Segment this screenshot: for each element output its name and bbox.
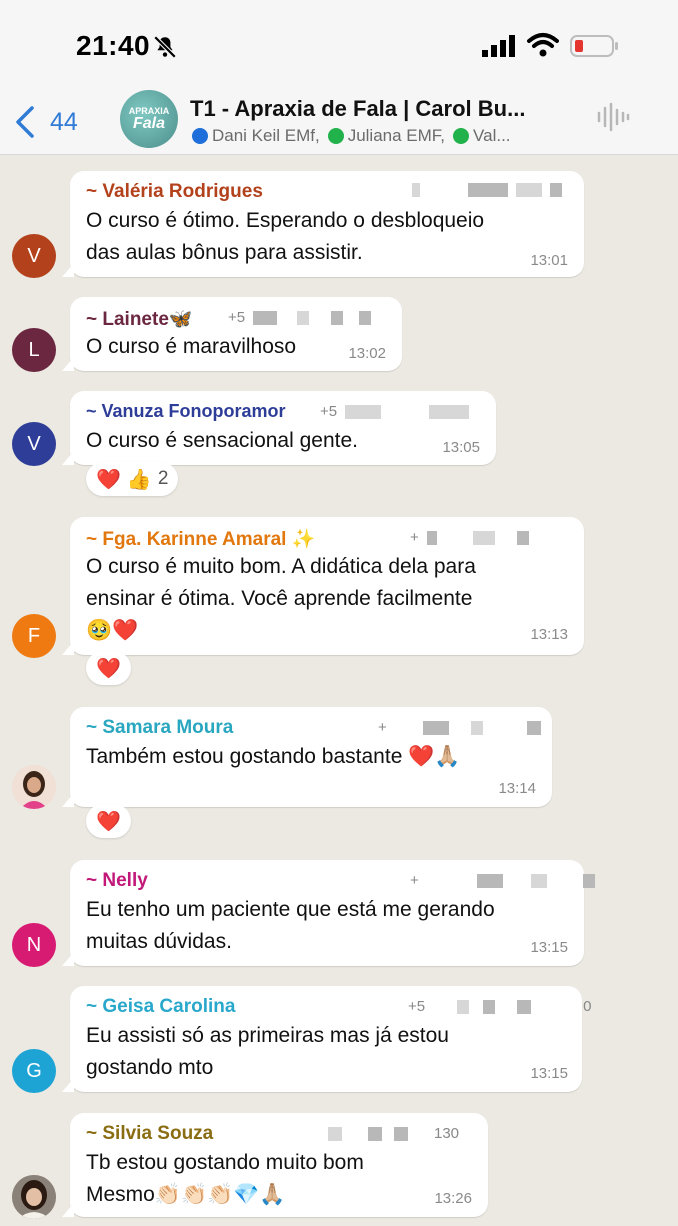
battery-low-icon <box>570 35 618 57</box>
message-reactions[interactable]: ❤️ <box>86 651 131 685</box>
message-bubble[interactable]: ~ Samara Moura + Também estou gostando b… <box>62 707 552 807</box>
group-avatar[interactable]: APRAXIA Fala <box>120 90 178 148</box>
sender-name[interactable]: ~ Nelly <box>86 870 148 892</box>
status-bar: 21:40 <box>0 0 678 90</box>
phone-number: + <box>410 872 595 889</box>
sender-name[interactable]: ~ Geisa Carolina <box>86 996 235 1018</box>
wifi-icon <box>527 33 559 57</box>
avatar[interactable]: L <box>12 328 56 372</box>
message-reactions[interactable]: ❤️ <box>86 804 131 838</box>
message-bubble[interactable]: ~ Silvia Souza 130 Tb estou gostando mui… <box>62 1113 488 1217</box>
chat-area[interactable]: V ~ Valéria Rodrigues O curso é ótimo. E… <box>0 155 678 1226</box>
phone-number: + <box>378 719 541 736</box>
message-time: 13:26 <box>434 1190 472 1207</box>
message-text: Eu tenho um paciente que está me gerando… <box>86 898 495 953</box>
phone-number: + <box>410 529 529 546</box>
message-bubble[interactable]: ~ Valéria Rodrigues O curso é ótimo. Esp… <box>62 171 584 277</box>
message-time: 13:13 <box>530 626 568 643</box>
message-text: O curso é maravilhoso <box>86 335 297 358</box>
avatar[interactable]: G <box>12 1049 56 1093</box>
chat-header: 44 APRAXIA Fala T1 - Apraxia de Fala | C… <box>0 90 678 155</box>
phone-number: +5 <box>320 403 470 420</box>
green-circle-icon <box>453 128 470 144</box>
blue-circle-icon <box>192 128 208 144</box>
heart-reaction-icon: ❤️ <box>96 810 121 833</box>
sender-name[interactable]: ~ Samara Moura <box>86 717 233 739</box>
sender-name[interactable]: ~ Vanuza Fonoporamor <box>86 401 286 422</box>
message-text: O curso é ótimo. Esperando o desbloqueio… <box>86 209 485 264</box>
reaction-count: 2 <box>157 468 169 489</box>
back-button[interactable]: 44 <box>14 100 78 144</box>
message-text: Eu assisti só as primeiras mas já estou g… <box>86 1024 449 1079</box>
heart-reaction-icon: ❤️ <box>96 468 121 491</box>
sender-name[interactable]: ~ Lainete🦋 <box>86 307 193 331</box>
phone-number <box>412 183 562 197</box>
message-bubble[interactable]: ~ Lainete🦋 +5 O curso é maravilhoso 13:0… <box>62 297 402 371</box>
clock: 21:40 <box>76 30 151 61</box>
avatar[interactable]: F <box>12 614 56 658</box>
message-reactions[interactable]: ❤️ 👍 2 <box>86 462 179 496</box>
audio-waveform-icon[interactable] <box>596 102 630 132</box>
message-text: O curso é muito bom. A didática dela par… <box>86 555 476 642</box>
message-time: 13:15 <box>530 1065 568 1082</box>
message-bubble[interactable]: ~ Nelly + Eu tenho um paciente que está … <box>62 860 595 966</box>
phone-number: +5 0 <box>408 998 592 1015</box>
message-time: 13:05 <box>442 439 480 456</box>
message-time: 13:01 <box>530 252 568 269</box>
phone-number: 130 <box>328 1125 459 1142</box>
group-title[interactable]: T1 - Apraxia de Fala | Carol Bu... <box>190 96 525 122</box>
sender-name[interactable]: ~ Silvia Souza <box>86 1123 213 1145</box>
message-text: Também estou gostando bastante ❤️🙏🏼 <box>86 745 461 768</box>
profile-photo <box>12 1175 56 1219</box>
thumbs-up-reaction-icon: 👍 <box>126 468 152 491</box>
sender-name[interactable]: ~ Fga. Karinne Amaral ✨ <box>86 527 315 551</box>
avatar[interactable] <box>12 1175 56 1219</box>
message-text: O curso é sensacional gente. <box>86 429 358 452</box>
message-text: Tb estou gostando muito bom Mesmo👏🏻👏🏻👏🏻💎🙏… <box>86 1151 364 1206</box>
green-circle-icon <box>327 128 344 144</box>
unread-count: 44 <box>50 107 78 136</box>
avatar[interactable] <box>12 765 56 809</box>
chevron-left-icon <box>16 106 34 138</box>
message-time: 13:15 <box>530 939 568 956</box>
avatar[interactable]: N <box>12 923 56 967</box>
phone-number: +5 <box>228 309 372 326</box>
avatar[interactable]: V <box>12 234 56 278</box>
message-bubble[interactable]: ~ Geisa Carolina +5 0 Eu assisti só as pr… <box>62 986 591 1092</box>
cellular-signal-icon <box>482 35 515 57</box>
heart-reaction-icon: ❤️ <box>96 657 121 680</box>
avatar[interactable]: V <box>12 422 56 466</box>
message-time: 13:02 <box>348 345 386 362</box>
sender-name[interactable]: ~ Valéria Rodrigues <box>86 181 263 203</box>
message-bubble[interactable]: ~ Vanuza Fonoporamor +5 O curso é sensac… <box>62 391 496 465</box>
profile-photo <box>12 765 56 809</box>
message-bubble[interactable]: ~ Fga. Karinne Amaral ✨ + O curso é muit… <box>62 517 584 655</box>
group-members[interactable]: Dani Keil EMf, Juliana EMF, Val... <box>190 126 511 146</box>
message-time: 13:14 <box>498 780 536 797</box>
bell-muted-icon <box>153 35 177 59</box>
